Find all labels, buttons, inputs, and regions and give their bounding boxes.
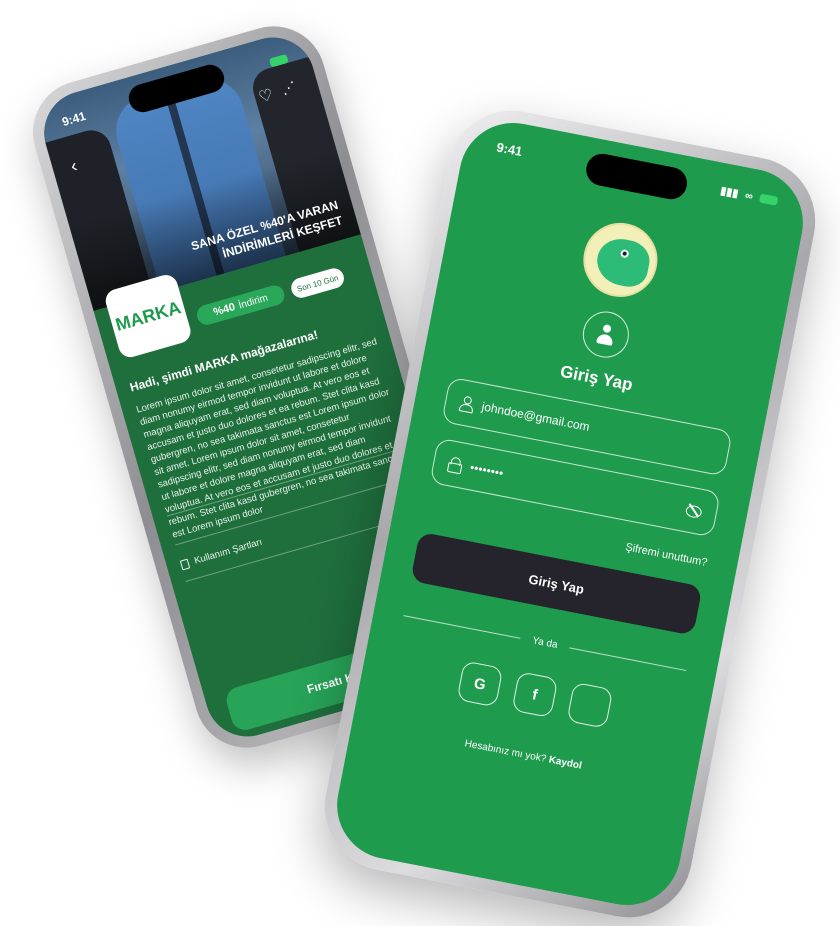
battery-icon [758, 193, 779, 206]
google-icon: G [472, 674, 488, 694]
status-time: 9:41 [495, 139, 524, 160]
days-left-badge: Son 10 Gün [288, 266, 347, 301]
eye-off-icon[interactable] [685, 503, 703, 518]
lock-icon [447, 456, 461, 472]
facebook-login-button[interactable]: f [511, 671, 559, 719]
link-icon: ∞ [744, 189, 755, 203]
dolphin-icon [593, 234, 653, 291]
forgot-password-link[interactable]: Şifremi unuttum? [624, 541, 708, 569]
password-value: •••••••• [468, 460, 505, 481]
signal-icon: ▮▮▮ [719, 184, 740, 201]
facebook-icon: f [530, 685, 539, 704]
discount-badge: %40 İndirim [194, 283, 287, 328]
discount-label: İndirim [237, 292, 270, 311]
document-icon [179, 558, 191, 570]
brand-logo-text: MARKA [113, 296, 183, 335]
or-label: Ya da [531, 635, 559, 651]
signup-prompt: Hesabınız mı yok? [463, 738, 548, 765]
apple-login-button[interactable] [566, 681, 614, 729]
phone-login: 9:41 ▮▮▮ ∞ Giriş Yap johndoe@gmail.com •… [313, 99, 827, 926]
signup-link[interactable]: Kaydol [548, 755, 583, 772]
status-bar: 9:41 ▮▮▮ ∞ [495, 139, 779, 208]
google-login-button[interactable]: G [456, 660, 504, 708]
dolphin-mascot-avatar [577, 216, 664, 304]
user-icon [459, 395, 473, 411]
email-value: johndoe@gmail.com [480, 399, 591, 434]
user-avatar [578, 307, 633, 362]
login-screen: 9:41 ▮▮▮ ∞ Giriş Yap johndoe@gmail.com •… [327, 113, 813, 915]
battery-icon [268, 53, 289, 68]
terms-link[interactable]: Kullanım Şartları [179, 537, 264, 571]
divider-line [403, 615, 521, 639]
discount-value: %40 [212, 301, 237, 319]
divider-line [569, 647, 687, 672]
person-icon [595, 323, 616, 346]
